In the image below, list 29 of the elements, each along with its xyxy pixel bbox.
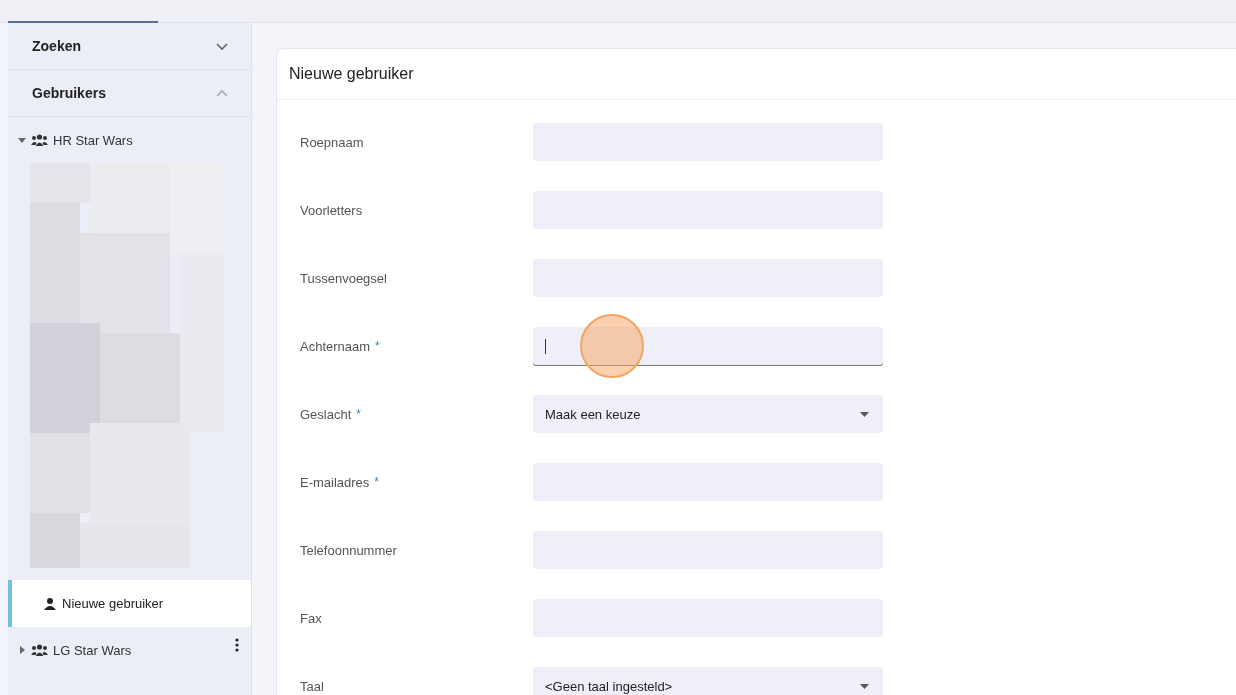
field-label: Achternaam — [300, 338, 371, 354]
dropdown[interactable]: <Geen taal ingesteld> — [533, 667, 883, 695]
group-item[interactable]: LG Star Wars — [8, 627, 251, 673]
click-marker — [580, 314, 644, 378]
section-header[interactable]: Gebruikers — [8, 70, 251, 117]
tree-item[interactable]: Nieuwe gebruiker — [8, 580, 251, 627]
group-item[interactable]: HR Star Wars — [8, 117, 251, 163]
required-mark: * — [374, 475, 380, 489]
field-label: Geslacht — [300, 406, 352, 422]
input-field[interactable] — [533, 327, 883, 365]
field-label: Fax — [300, 610, 322, 626]
field-label: Voorletters — [300, 202, 363, 218]
field-label: E-mailadres — [300, 474, 370, 490]
field-label: Roepnaam — [300, 134, 364, 150]
required-mark: * — [375, 339, 380, 353]
form-title: Nieuwe gebruiker — [277, 49, 1236, 100]
user-icon — [44, 597, 56, 610]
group-icon — [31, 644, 48, 656]
dropdown-arrow-icon — [860, 683, 869, 689]
text-cursor — [545, 338, 546, 354]
more-icon[interactable] — [235, 638, 239, 652]
required-mark: * — [356, 407, 361, 421]
section-header[interactable]: Zoeken — [8, 23, 251, 70]
field-label: Telefoonnummer — [300, 542, 397, 558]
dropdown-arrow-icon — [860, 411, 869, 417]
group-icon — [31, 134, 48, 146]
field-label: Tussenvoegsel — [300, 270, 387, 286]
field-label: Taal — [300, 678, 324, 694]
dropdown[interactable]: Maak een keuze — [533, 395, 883, 433]
